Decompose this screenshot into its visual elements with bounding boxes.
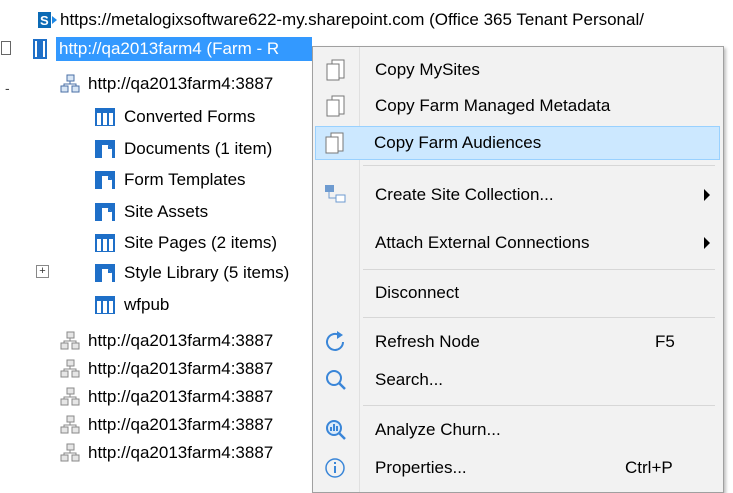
submenu-arrow-icon: [704, 189, 710, 201]
menu-item-copy-mysites[interactable]: Copy MySites: [315, 53, 720, 87]
library-icon: [94, 202, 116, 222]
library-icon: [94, 139, 116, 159]
menu-item-attach-external-connections[interactable]: Attach External Connections: [315, 226, 720, 260]
menu-item-create-site-collection[interactable]: Create Site Collection...: [315, 178, 720, 212]
tree-item-label: Form Templates: [124, 170, 246, 189]
menu-item-label: Copy Farm Managed Metadata: [375, 96, 611, 115]
copy-icon: [322, 131, 348, 160]
copy-icon: [323, 94, 349, 123]
tree-item-label: Site Assets: [124, 202, 209, 221]
context-menu: Copy MySites Copy Farm Managed Metadata …: [312, 46, 724, 493]
site-collection-icon: [60, 443, 80, 463]
tree-item-label: Site Pages (2 items): [124, 233, 278, 252]
menu-item-label: Refresh Node: [375, 332, 480, 351]
tree-item-label: http://qa2013farm4:3887: [88, 331, 274, 350]
tree-item-label: http://qa2013farm4:3887: [88, 443, 274, 462]
menu-item-label: Create Site Collection...: [375, 185, 554, 204]
tree-item-label: http://qa2013farm4:3887: [88, 359, 274, 378]
tree-farm-node[interactable]: http://qa2013farm4 (Farm - R: [56, 37, 312, 61]
menu-item-shortcut: Ctrl+P: [625, 458, 673, 477]
create-site-collection-icon: [323, 183, 349, 212]
menu-item-copy-farm-managed-metadata[interactable]: Copy Farm Managed Metadata: [315, 89, 720, 123]
menu-separator: [363, 165, 715, 166]
menu-item-copy-farm-audiences[interactable]: Copy Farm Audiences: [315, 126, 720, 160]
tree-expand-toggle[interactable]: +: [36, 265, 49, 278]
menu-item-label: Attach External Connections: [375, 233, 590, 252]
list-icon: [94, 295, 116, 315]
site-collection-icon: [60, 74, 80, 94]
menu-item-shortcut: F5: [655, 332, 675, 351]
menu-separator: [363, 405, 715, 406]
library-icon: [94, 170, 116, 190]
search-icon: [323, 368, 349, 397]
menu-item-disconnect[interactable]: Disconnect: [315, 276, 720, 310]
tree-item-label: Converted Forms: [124, 107, 256, 126]
list-icon: [94, 233, 116, 253]
menu-item-label: Search...: [375, 370, 444, 389]
tree-root-url[interactable]: https://metalogixsoftware622-my.sharepoi…: [60, 8, 644, 32]
site-collection-icon: [60, 387, 80, 407]
farm-icon: [32, 38, 50, 60]
submenu-arrow-icon: [704, 237, 710, 249]
site-collection-icon: [60, 359, 80, 379]
menu-item-properties[interactable]: Properties... Ctrl+P: [315, 451, 720, 485]
tree-item-label: Style Library (5 items): [124, 263, 290, 282]
menu-item-label: Disconnect: [375, 283, 460, 302]
svg-text:S: S: [40, 13, 49, 28]
list-icon: [94, 107, 116, 127]
info-icon: [323, 456, 349, 485]
tree-site-node[interactable]: http://qa2013farm4:3887: [88, 72, 273, 96]
tree-expander-farm[interactable]: [1, 41, 11, 55]
menu-item-analyze-churn[interactable]: Analyze Churn...: [315, 413, 720, 447]
analyze-churn-icon: [323, 418, 349, 447]
menu-item-label: Copy Farm Audiences: [374, 133, 542, 152]
menu-item-label: Properties...: [375, 458, 467, 477]
tree-collapse-toggle[interactable]: -: [5, 80, 10, 96]
tree-item-label: http://qa2013farm4:3887: [88, 415, 274, 434]
sharepoint-icon: S: [38, 10, 58, 30]
copy-icon: [323, 58, 349, 87]
site-collection-icon: [60, 415, 80, 435]
tree-item-label: wfpub: [124, 295, 170, 314]
refresh-icon: [323, 330, 349, 359]
menu-item-label: Analyze Churn...: [375, 420, 501, 439]
site-collection-icon: [60, 331, 80, 351]
menu-separator: [363, 269, 715, 270]
tree-item-label: Documents (1 item): [124, 139, 273, 158]
menu-separator: [363, 317, 715, 318]
menu-item-refresh-node[interactable]: Refresh Node F5: [315, 325, 720, 359]
tree-item-label: http://qa2013farm4:3887: [88, 387, 274, 406]
menu-item-label: Copy MySites: [375, 60, 480, 79]
menu-item-search[interactable]: Search...: [315, 363, 720, 397]
library-icon: [94, 263, 116, 283]
